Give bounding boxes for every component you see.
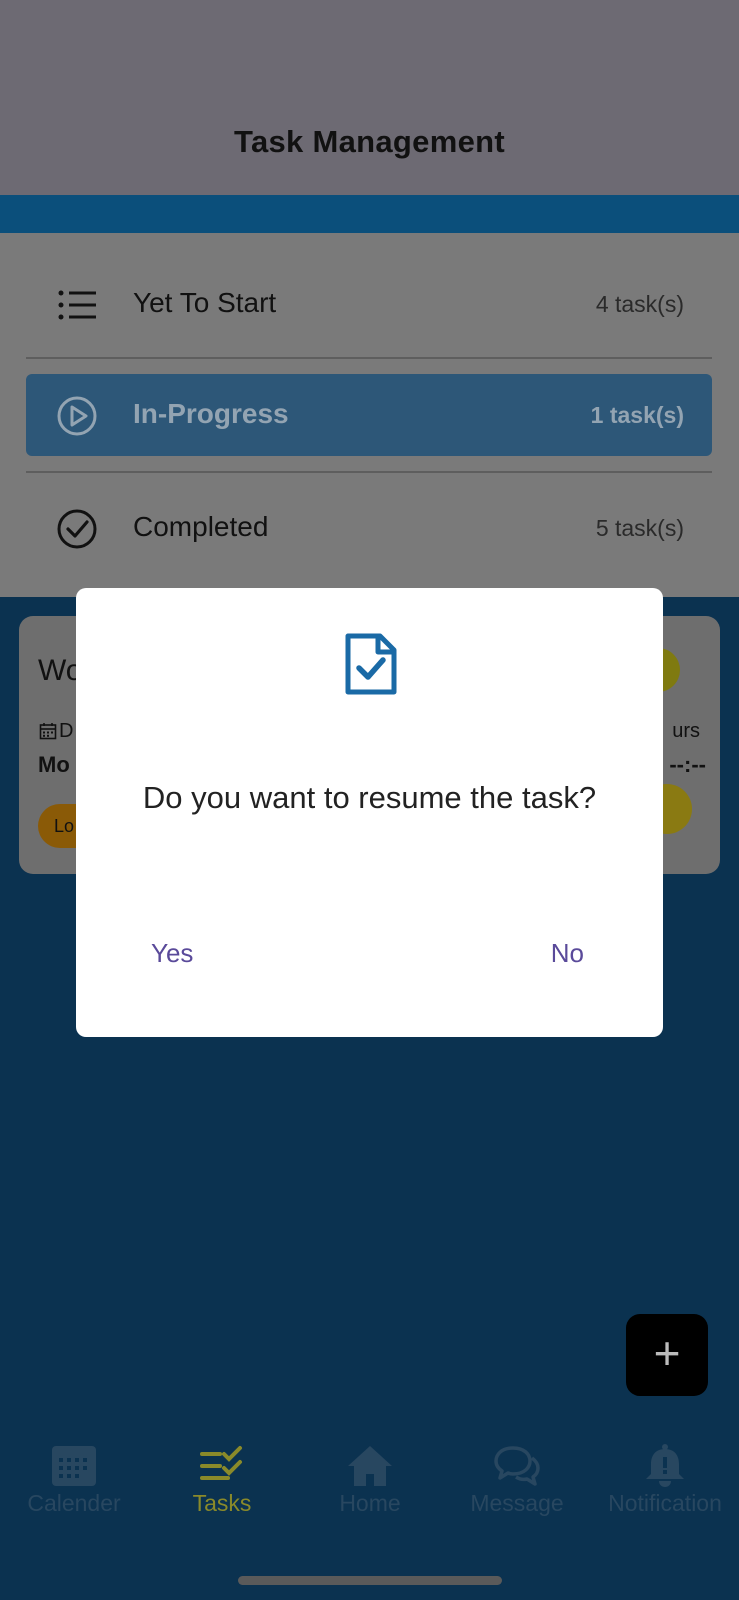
header-strip [0, 195, 739, 233]
status-row-yet-to-start[interactable]: Yet To Start 4 task(s) [26, 263, 712, 345]
bottom-nav: Calender Tasks Home Message Notification [0, 1428, 739, 1538]
app-header: Task Management [0, 0, 739, 195]
status-count: 1 task(s) [590, 402, 684, 428]
nav-label: Calender [27, 1490, 121, 1516]
home-indicator [238, 1576, 502, 1585]
status-row-completed[interactable]: Completed 5 task(s) [26, 487, 712, 569]
status-label: Completed [133, 511, 269, 542]
list-icon [58, 290, 96, 320]
check-circle-icon [57, 509, 97, 549]
document-check-icon [345, 633, 397, 695]
time-value: --:-- [669, 752, 706, 777]
date-value: Mo [38, 752, 70, 777]
status-row-in-progress[interactable]: In-Progress 1 task(s) [26, 374, 712, 456]
home-icon [348, 1446, 392, 1486]
priority-tag-label: Lo [54, 816, 75, 836]
nav-label: Message [470, 1490, 564, 1516]
nav-item-calender[interactable]: Calender [4, 1428, 144, 1528]
status-count: 5 task(s) [595, 515, 684, 541]
nav-label: Tasks [192, 1490, 252, 1516]
yes-button[interactable]: Yes [151, 938, 193, 969]
status-count: 4 task(s) [595, 291, 684, 317]
divider [26, 471, 712, 473]
date-label: D [59, 720, 74, 742]
nav-item-notification[interactable]: Notification [595, 1428, 735, 1528]
dialog-message: Do you want to resume the task? [142, 780, 597, 815]
status-list: Yet To Start 4 task(s) In-Progress 1 tas… [0, 233, 739, 597]
plus-icon: + [653, 1327, 681, 1379]
calendar-icon [52, 1446, 96, 1486]
tasks-icon [200, 1446, 242, 1480]
status-label: In-Progress [133, 398, 289, 429]
divider [26, 357, 712, 359]
chat-icon [494, 1446, 540, 1486]
nav-item-home[interactable]: Home [300, 1428, 440, 1528]
nav-item-tasks[interactable]: Tasks [152, 1428, 292, 1528]
play-circle-icon [57, 396, 97, 436]
page-title: Task Management [234, 124, 505, 159]
hours-label: urs [672, 720, 700, 742]
calendar-small-icon [39, 723, 57, 740]
nav-item-message[interactable]: Message [447, 1428, 587, 1528]
nav-label: Home [339, 1490, 401, 1516]
nav-label: Notification [608, 1490, 722, 1516]
no-button[interactable]: No [551, 938, 584, 969]
add-task-button[interactable]: + [626, 1314, 708, 1396]
status-label: Yet To Start [133, 287, 277, 318]
resume-task-dialog: Do you want to resume the task? Yes No [76, 588, 663, 1037]
bell-icon [646, 1444, 684, 1487]
